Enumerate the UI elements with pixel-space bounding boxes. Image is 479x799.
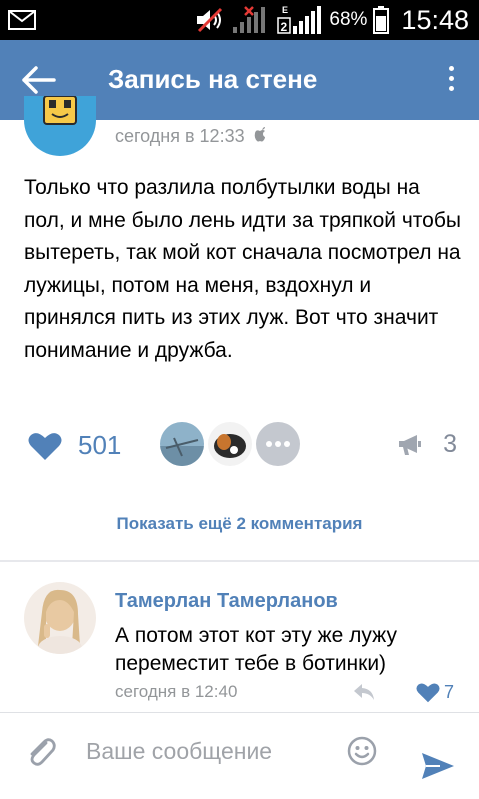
like-button[interactable]: 501 <box>28 430 121 461</box>
no-signal-icon <box>233 6 266 33</box>
post-actions: 501 3 <box>0 420 479 470</box>
apple-icon <box>254 127 265 142</box>
comment-timestamp: сегодня в 12:40 <box>115 682 238 701</box>
liker-avatar[interactable] <box>208 422 252 466</box>
battery-icon <box>373 6 390 34</box>
more-vertical-icon[interactable] <box>443 66 459 96</box>
comment-text: А потом этот кот эту же лужу переместит … <box>115 624 397 675</box>
comment-like-button[interactable]: 7 <box>416 682 454 703</box>
like-count: 501 <box>78 430 122 460</box>
smile-icon[interactable] <box>346 735 378 767</box>
clock: 15:48 <box>401 4 469 35</box>
paperclip-icon[interactable] <box>26 735 56 769</box>
comment-author-name[interactable]: Тамерлан Тамерланов <box>115 590 338 613</box>
share-count: 3 <box>443 430 457 458</box>
send-icon[interactable] <box>420 751 456 781</box>
back-arrow-icon[interactable] <box>20 62 60 98</box>
megaphone-icon <box>399 434 422 455</box>
mail-icon <box>8 10 36 30</box>
message-composer <box>0 712 479 799</box>
share-button[interactable]: 3 <box>397 430 457 459</box>
mute-icon <box>197 7 223 33</box>
battery-percent: 68% <box>329 9 368 30</box>
signal-icon: E 2 <box>277 5 322 34</box>
network-type-badge: E <box>282 5 288 15</box>
reply-icon[interactable] <box>352 682 376 702</box>
divider <box>0 560 479 562</box>
sim-slot-badge: 2 <box>281 20 288 34</box>
message-input[interactable] <box>86 733 326 769</box>
heart-icon <box>416 683 440 703</box>
more-dots-icon[interactable] <box>256 422 300 466</box>
post-time-text: сегодня в 12:33 <box>115 126 245 146</box>
comment-author-avatar[interactable] <box>24 582 96 654</box>
post-author-avatar[interactable] <box>24 96 96 156</box>
show-more-comments-link[interactable]: Показать ещё 2 комментария <box>0 514 479 534</box>
status-bar: E 2 68% 15:48 <box>0 0 479 40</box>
page-title: Запись на стене <box>108 64 318 94</box>
liker-avatar[interactable] <box>160 422 204 466</box>
post-timestamp: сегодня в 12:33 <box>115 126 266 147</box>
comment-like-count: 7 <box>444 682 455 702</box>
heart-icon <box>28 432 62 460</box>
post-text: Только что разлила полбутылки воды на по… <box>24 176 461 362</box>
